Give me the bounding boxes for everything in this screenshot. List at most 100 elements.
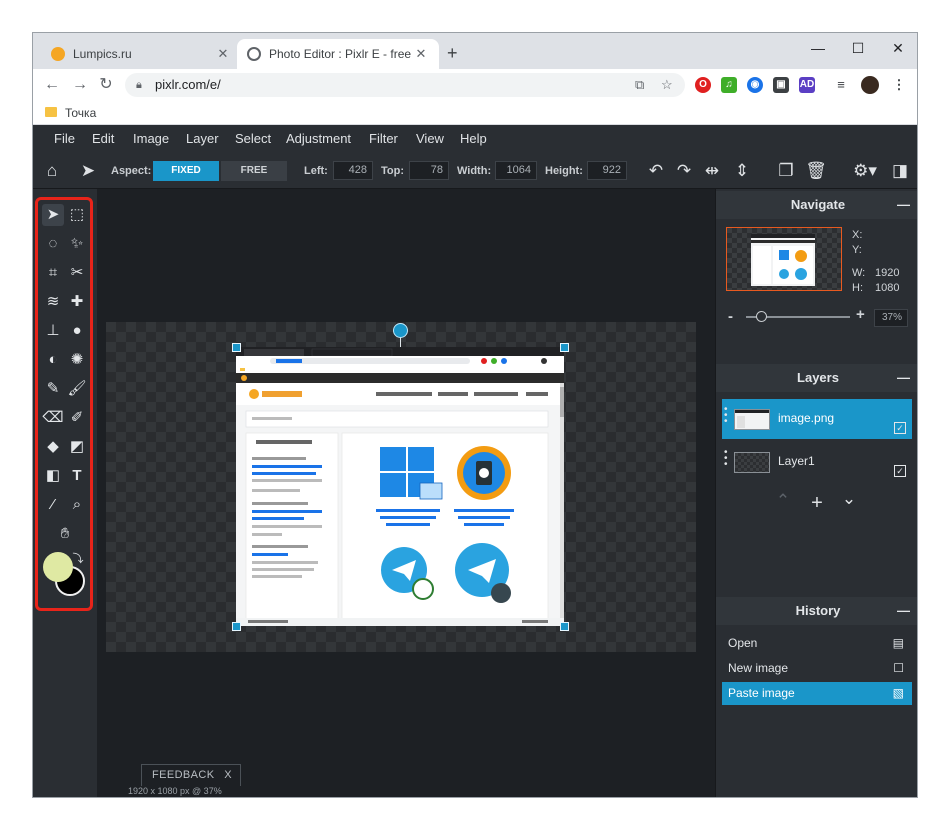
flip-horizontal-icon[interactable]: ⇹ [701, 159, 723, 183]
arrange-tool-icon[interactable]: ➤ [42, 204, 64, 226]
ad-extension-icon[interactable]: AD [799, 77, 815, 93]
avatar[interactable] [861, 76, 879, 94]
swap-colors-icon[interactable]: ⤵ [71, 548, 85, 570]
width-input[interactable]: 1064 [495, 161, 537, 180]
pasted-screenshot-layer[interactable] [236, 347, 564, 626]
close-tab-icon[interactable]: ✕ [413, 46, 429, 62]
resize-handle-bottom-right[interactable] [560, 622, 569, 631]
text-tool-icon[interactable]: T [66, 465, 88, 487]
more-menu-icon[interactable]: ⋮ [891, 77, 907, 93]
dodge-burn-tool-icon[interactable]: ◐ [42, 349, 64, 371]
trash-icon[interactable]: 🗑︎ [805, 159, 827, 183]
blur-tool-icon[interactable]: ● [66, 320, 88, 342]
zoom-input[interactable]: 37% [874, 309, 908, 327]
collapse-icon[interactable]: — [897, 364, 910, 392]
tab-lumpics[interactable]: Lumpics.ru ✕ [41, 39, 241, 69]
zoom-in-button[interactable]: + [856, 306, 865, 323]
opera-extension-icon[interactable]: O [695, 77, 711, 93]
duplicate-icon[interactable]: ❐ [775, 159, 797, 183]
reload-icon[interactable]: ↻ [95, 74, 117, 96]
collapse-icon[interactable]: — [897, 191, 910, 219]
playlist-icon[interactable]: ≡ [833, 77, 849, 93]
rotate-handle[interactable] [393, 323, 408, 338]
eraser-tool-icon[interactable]: ⌫ [42, 407, 64, 429]
navigate-header[interactable]: Navigate — [716, 191, 917, 219]
new-tab-button[interactable]: + [447, 43, 458, 64]
top-input[interactable]: 78 [409, 161, 449, 180]
menu-image[interactable]: Image [133, 131, 169, 146]
clone-stamp-tool-icon[interactable]: ⊥ [42, 320, 64, 342]
forward-icon[interactable]: → [69, 74, 91, 96]
menu-edit[interactable]: Edit [92, 131, 114, 146]
history-header[interactable]: History — [716, 597, 917, 625]
sponge-tool-icon[interactable]: ✺ [66, 349, 88, 371]
lasso-tool-icon[interactable]: ◌ [42, 233, 64, 255]
collapse-icon[interactable]: — [897, 597, 910, 625]
move-layer-up-icon[interactable]: ⌃ [772, 489, 794, 513]
star-icon[interactable]: ☆ [661, 73, 673, 97]
aspect-fixed-button[interactable]: FIXED [153, 161, 219, 181]
navigator-thumbnail[interactable] [726, 227, 842, 291]
feedback-tab[interactable]: FEEDBACK X [141, 764, 241, 786]
height-input[interactable]: 922 [587, 161, 627, 180]
eyedropper-tool-icon[interactable]: ⁄ [42, 494, 64, 516]
resize-handle-bottom-left[interactable] [232, 622, 241, 631]
drag-handle-icon[interactable]: • • • [724, 405, 728, 427]
zoom-out-button[interactable]: - [728, 308, 733, 325]
menu-help[interactable]: Help [460, 131, 487, 146]
layer-visible-checkbox[interactable]: ✓ [894, 422, 906, 434]
left-input[interactable]: 428 [333, 161, 373, 180]
resize-handle-top-right[interactable] [560, 343, 569, 352]
feedback-close-icon[interactable]: X [224, 765, 232, 786]
globe-extension-icon[interactable]: ◉ [747, 77, 763, 93]
shape-tool-icon[interactable]: ◧ [42, 465, 64, 487]
liquify-tool-icon[interactable]: ≋ [42, 291, 64, 313]
menu-adjustment[interactable]: Adjustment [286, 131, 351, 146]
back-icon[interactable]: ← [41, 74, 63, 96]
menu-view[interactable]: View [416, 131, 444, 146]
bookmark-folder[interactable]: Точка [65, 106, 96, 120]
add-layer-icon[interactable]: + [806, 491, 828, 515]
resize-handle-top-left[interactable] [232, 343, 241, 352]
hand-tool-icon[interactable]: ✋︎ [54, 523, 76, 545]
history-item-open[interactable]: Open ▤ [722, 632, 912, 655]
history-item-paste-image[interactable]: Paste image ▧ [722, 682, 912, 705]
settings-gear-icon[interactable]: ⚙▾ [851, 159, 879, 183]
menu-file[interactable]: File [54, 131, 75, 146]
home-icon[interactable]: ⌂ [41, 159, 63, 183]
pencil-tool-icon[interactable]: ✎ [42, 378, 64, 400]
cutout-tool-icon[interactable]: ✂ [66, 262, 88, 284]
drag-handle-icon[interactable]: • • • [724, 448, 728, 470]
layers-header[interactable]: Layers — [716, 364, 917, 392]
rotate-right-icon[interactable]: ↷ [673, 159, 695, 183]
close-window-button[interactable]: ✕ [875, 37, 917, 63]
move-layer-down-icon[interactable]: ⌄ [838, 487, 860, 511]
flip-vertical-icon[interactable]: ⇕ [731, 159, 753, 183]
rotate-left-icon[interactable]: ↶ [645, 159, 667, 183]
url-input[interactable]: 🔒︎ pixlr.com/e/ ⧉ ☆ [125, 73, 685, 97]
menu-filter[interactable]: Filter [369, 131, 398, 146]
music-extension-icon[interactable]: ♫ [721, 77, 737, 93]
primary-color-swatch[interactable] [43, 552, 73, 582]
history-item-new-image[interactable]: New image ☐ [722, 657, 912, 680]
brush-tool-icon[interactable]: 🖌︎ [66, 378, 88, 400]
crop-tool-icon[interactable]: ⌗ [42, 262, 64, 284]
fill-tool-icon[interactable]: ◆ [42, 436, 64, 458]
layer-row-image[interactable]: • • • image.png ✓ [722, 399, 912, 439]
zoom-slider-thumb[interactable] [756, 311, 767, 322]
panel-toggle-icon[interactable]: ◨ [889, 159, 911, 183]
aspect-free-button[interactable]: FREE [221, 161, 287, 181]
magic-wand-tool-icon[interactable]: ✨︎ [66, 233, 88, 255]
menu-select[interactable]: Select [235, 131, 271, 146]
color-replace-tool-icon[interactable]: ✐ [66, 407, 88, 429]
layer-row-layer1[interactable]: • • • Layer1 ✓ [722, 442, 912, 482]
menu-layer[interactable]: Layer [186, 131, 219, 146]
canvas-area[interactable]: FEEDBACK X 1920 x 1080 px @ 37% [97, 189, 715, 797]
tab-pixlr[interactable]: Photo Editor : Pixlr E - free image ✕ [237, 39, 439, 69]
translate-icon[interactable]: ⧉ [635, 73, 644, 97]
gradient-tool-icon[interactable]: ◩ [66, 436, 88, 458]
close-tab-icon[interactable]: ✕ [215, 46, 231, 62]
cube-extension-icon[interactable]: ▣ [773, 77, 789, 93]
zoom-tool-icon[interactable]: ⌕ [66, 494, 88, 516]
marquee-tool-icon[interactable]: ⬚ [66, 204, 88, 226]
